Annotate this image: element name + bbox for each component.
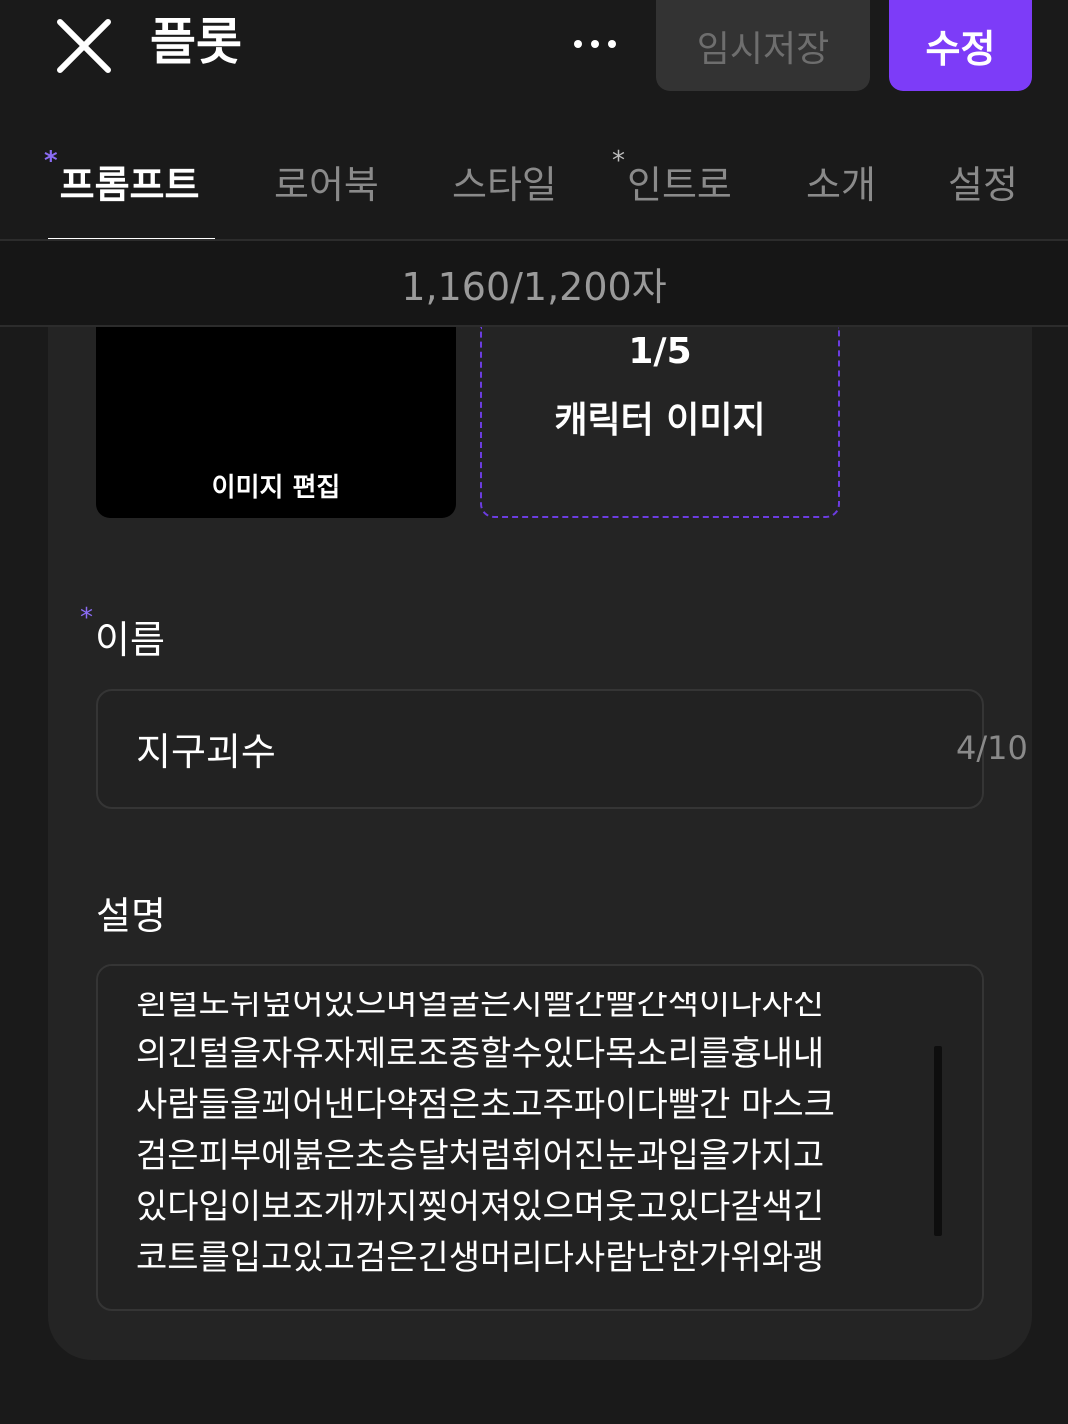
character-counter: 1,160/1,200자 — [0, 241, 1068, 327]
tab-intro[interactable]: * 인트로 — [612, 140, 732, 222]
required-mark: * — [80, 603, 93, 633]
app-root: 플롯 임시저장 수정 * 프롬프트 로어북 스타일 * 인트로 소개 설정 1,… — [0, 0, 1068, 1424]
tab-bar: * 프롬프트 로어북 스타일 * 인트로 소개 설정 — [0, 140, 1068, 241]
more-horizontal-icon — [608, 40, 616, 48]
more-options-button[interactable] — [566, 22, 624, 66]
required-mark: * — [44, 146, 58, 176]
name-label-text: 이름 — [95, 618, 165, 662]
description-text: 흰털도뒤덮어있으며얼굴은지빨간빨간색이다자신 의긴털을자유자제로조종할수있다목소… — [136, 983, 835, 1278]
description-scroll-clip — [98, 966, 982, 992]
add-character-image-button[interactable]: 1/5 캐릭터 이미지 — [480, 327, 840, 518]
tab-lorebook[interactable]: 로어북 — [274, 140, 379, 222]
required-mark: * — [612, 146, 625, 176]
image-caption: 캐릭터 이미지 — [554, 400, 766, 441]
tab-label: 스타일 — [452, 162, 557, 207]
tab-settings[interactable]: 설정 — [948, 140, 1018, 222]
header: 플롯 임시저장 수정 — [0, 0, 1068, 96]
name-label: * 이름 — [80, 603, 165, 664]
character-image-thumbnail[interactable]: 이미지 편집 — [96, 327, 456, 518]
tab-prompt[interactable]: * 프롬프트 — [44, 140, 199, 222]
description-label: 설명 — [96, 885, 166, 940]
more-horizontal-icon — [591, 40, 599, 48]
description-scrollbar[interactable] — [934, 1046, 942, 1236]
close-button[interactable] — [54, 16, 114, 76]
description-label-text: 설명 — [96, 894, 166, 938]
tab-introduction[interactable]: 소개 — [806, 140, 876, 222]
tab-label: 소개 — [806, 162, 876, 207]
tab-label: 로어북 — [274, 162, 379, 207]
name-input[interactable]: 지구괴수 — [96, 689, 984, 809]
name-char-counter: 4/10 — [956, 729, 1028, 767]
image-count: 1/5 — [628, 331, 692, 372]
tab-label: 인트로 — [627, 162, 732, 207]
save-draft-button[interactable]: 임시저장 — [656, 0, 870, 91]
tab-label: 프롬프트 — [59, 162, 200, 207]
name-value: 지구괴수 — [136, 730, 276, 774]
close-icon — [57, 19, 111, 73]
more-horizontal-icon — [574, 40, 582, 48]
image-edit-label: 이미지 편집 — [211, 473, 341, 503]
tab-label: 설정 — [948, 162, 1018, 207]
page-title: 플롯 — [150, 13, 242, 71]
description-textarea[interactable]: 흰털도뒤덮어있으며얼굴은지빨간빨간색이다자신 의긴털을자유자제로조종할수있다목소… — [96, 964, 984, 1311]
edit-button[interactable]: 수정 — [889, 0, 1032, 91]
form-card: 이미지 편집 1/5 캐릭터 이미지 * 이름 지구괴수 4/10 설명 흰털도… — [48, 327, 1032, 1360]
tab-style[interactable]: 스타일 — [452, 140, 557, 222]
